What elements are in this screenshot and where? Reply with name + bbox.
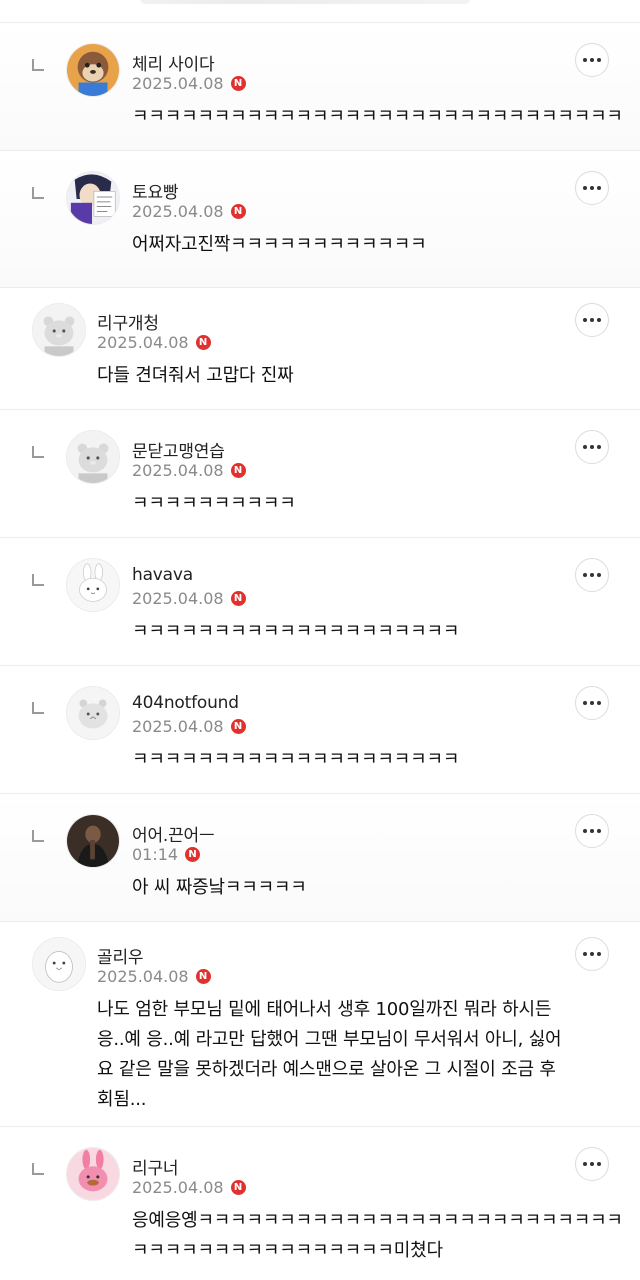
- comment-date: 2025.04.08: [132, 717, 224, 736]
- reply-arrow-icon: [32, 1163, 44, 1175]
- more-dots-icon: [583, 186, 587, 190]
- comment-item: 리구너 2025.04.08 N 응예응옝ㅋㅋㅋㅋㅋㅋㅋㅋㅋㅋㅋㅋㅋㅋㅋㅋㅋㅋㅋ…: [0, 1127, 640, 1280]
- top-divider: [0, 0, 640, 23]
- comment-author[interactable]: 토요빵: [132, 178, 179, 203]
- more-dots-icon: [583, 573, 587, 577]
- comment-author[interactable]: 골리우: [97, 943, 144, 968]
- comment-meta: 2025.04.08 N: [132, 202, 246, 221]
- more-dots-icon: [583, 318, 587, 322]
- comment-item: 리구개청 2025.04.08 N 다들 견뎌줘서 고맙다 진짜: [0, 288, 640, 410]
- hamster-avatar[interactable]: [66, 686, 120, 740]
- gray-animal-avatar[interactable]: [32, 303, 86, 357]
- new-badge-icon: N: [230, 463, 246, 478]
- more-dots-icon: [583, 829, 587, 833]
- comment-meta: 2025.04.08 N: [132, 1178, 246, 1197]
- comment-author[interactable]: 리구개청: [97, 309, 159, 334]
- comment-date: 2025.04.08: [132, 202, 224, 221]
- comment-date: 01:14: [132, 845, 179, 864]
- more-dots-icon: [583, 701, 587, 705]
- more-options-button[interactable]: [575, 430, 609, 464]
- reply-arrow-icon: [32, 446, 44, 458]
- comment-date: 2025.04.08: [132, 1178, 224, 1197]
- comment-item: 골리우 2025.04.08 N 나도 엄한 부모님 밑에 태어나서 생후 10…: [0, 922, 640, 1127]
- raccoon-character-avatar[interactable]: [66, 43, 120, 97]
- comment-item: 토요빵 2025.04.08 N 어쩌자고진짝ㅋㅋㅋㅋㅋㅋㅋㅋㅋㅋㅋㅋ: [0, 151, 640, 288]
- comment-text: ㅋㅋㅋㅋㅋㅋㅋㅋㅋㅋㅋㅋㅋㅋㅋㅋㅋㅋㅋㅋ: [132, 621, 460, 642]
- comment-text: ㅋㅋㅋㅋㅋㅋㅋㅋㅋㅋㅋㅋㅋㅋㅋㅋㅋㅋㅋㅋ: [132, 749, 460, 770]
- anime-character-avatar[interactable]: [66, 171, 120, 225]
- comment-item: 문닫고맹연습 2025.04.08 N ㅋㅋㅋㅋㅋㅋㅋㅋㅋㅋ: [0, 410, 640, 538]
- more-options-button[interactable]: [575, 171, 609, 205]
- more-dots-icon: [583, 58, 587, 62]
- reply-arrow-icon: [32, 702, 44, 714]
- more-options-button[interactable]: [575, 686, 609, 720]
- comment-meta: 2025.04.08 N: [97, 333, 211, 352]
- new-badge-icon: N: [230, 204, 246, 219]
- comment-date: 2025.04.08: [97, 967, 189, 986]
- comment-item: 404notfound 2025.04.08 N ㅋㅋㅋㅋㅋㅋㅋㅋㅋㅋㅋㅋㅋㅋㅋ…: [0, 666, 640, 794]
- new-badge-icon: N: [230, 76, 246, 91]
- more-dots-icon: [583, 952, 587, 956]
- comment-meta: 2025.04.08 N: [97, 967, 211, 986]
- more-options-button[interactable]: [575, 937, 609, 971]
- comment-author[interactable]: 리구너: [132, 1154, 179, 1179]
- more-dots-icon: [583, 1162, 587, 1166]
- comment-date: 2025.04.08: [132, 461, 224, 480]
- comment-date: 2025.04.08: [132, 74, 224, 93]
- comment-author[interactable]: havava: [132, 565, 193, 585]
- new-badge-icon: N: [195, 335, 211, 350]
- new-badge-icon: N: [230, 591, 246, 606]
- reply-arrow-icon: [32, 574, 44, 586]
- comment-item: 체리 사이다 2025.04.08 N ㅋㅋㅋㅋㅋㅋㅋㅋㅋㅋㅋㅋㅋㅋㅋㅋㅋㅋㅋㅋ…: [0, 23, 640, 151]
- reply-arrow-icon: [32, 187, 44, 199]
- comment-text: 어쩌자고진짝ㅋㅋㅋㅋㅋㅋㅋㅋㅋㅋㅋㅋ: [132, 234, 427, 255]
- comment-meta: 2025.04.08 N: [132, 461, 246, 480]
- comment-author[interactable]: 문닫고맹연습: [132, 437, 225, 462]
- comment-author[interactable]: 체리 사이다: [132, 50, 215, 75]
- new-badge-icon: N: [185, 847, 201, 862]
- reply-arrow-icon: [32, 830, 44, 842]
- more-options-button[interactable]: [575, 1147, 609, 1181]
- comment-item: havava 2025.04.08 N ㅋㅋㅋㅋㅋㅋㅋㅋㅋㅋㅋㅋㅋㅋㅋㅋㅋㅋㅋㅋ: [0, 538, 640, 666]
- gray-animal-avatar[interactable]: [66, 430, 120, 484]
- comment-text: 아 씨 짜증낰ㅋㅋㅋㅋㅋ: [132, 877, 307, 898]
- comment-author[interactable]: 어어.끈어ㅡ: [132, 821, 215, 846]
- comment-text: ㅋㅋㅋㅋㅋㅋㅋㅋㅋㅋ: [132, 493, 296, 514]
- dark-photo-avatar[interactable]: [66, 814, 120, 868]
- comment-author[interactable]: 404notfound: [132, 693, 239, 713]
- pink-rabbit-avatar[interactable]: [66, 1147, 120, 1201]
- new-badge-icon: N: [230, 719, 246, 734]
- comment-text: 응예응옝ㅋㅋㅋㅋㅋㅋㅋㅋㅋㅋㅋㅋㅋㅋㅋㅋㅋㅋㅋㅋㅋㅋㅋㅋㅋㅋ ㅋㅋㅋㅋㅋㅋㅋㅋㅋ…: [132, 1210, 623, 1261]
- comment-meta: 01:14 N: [132, 845, 201, 864]
- comment-date: 2025.04.08: [97, 333, 189, 352]
- comment-item: 어어.끈어ㅡ 01:14 N 아 씨 짜증낰ㅋㅋㅋㅋㅋ: [0, 794, 640, 922]
- new-badge-icon: N: [230, 1180, 246, 1195]
- rabbit-avatar[interactable]: [66, 558, 120, 612]
- comment-text: 다들 견뎌줘서 고맙다 진짜: [97, 365, 294, 386]
- comment-meta: 2025.04.08 N: [132, 74, 246, 93]
- reply-arrow-icon: [32, 59, 44, 71]
- comment-text: ㅋㅋㅋㅋㅋㅋㅋㅋㅋㅋㅋㅋㅋㅋㅋㅋㅋㅋㅋㅋㅋㅋㅋㅋㅋㅋㅋㅋㅋㅋ: [132, 106, 623, 127]
- comment-meta: 2025.04.08 N: [132, 717, 246, 736]
- more-options-button[interactable]: [575, 558, 609, 592]
- comment-meta: 2025.04.08 N: [132, 589, 246, 608]
- comment-date: 2025.04.08: [132, 589, 224, 608]
- comment-text: 나도 엄한 부모님 밑에 태어나서 생후 100일까진 뭐라 하시든 응..예 …: [97, 999, 562, 1110]
- more-dots-icon: [583, 445, 587, 449]
- new-badge-icon: N: [195, 969, 211, 984]
- more-options-button[interactable]: [575, 303, 609, 337]
- more-options-button[interactable]: [575, 814, 609, 848]
- penguin-avatar[interactable]: [32, 937, 86, 991]
- more-options-button[interactable]: [575, 43, 609, 77]
